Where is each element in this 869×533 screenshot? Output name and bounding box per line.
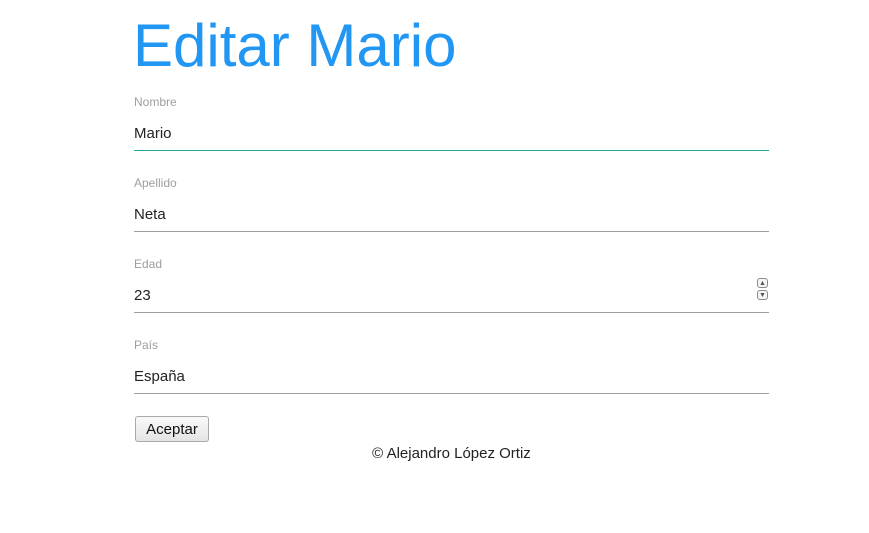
- page-title: Editar Mario: [133, 12, 457, 79]
- aceptar-button[interactable]: Aceptar: [135, 416, 209, 442]
- edad-label: Edad: [134, 257, 163, 271]
- pais-input[interactable]: [134, 359, 769, 394]
- nombre-field-group: Nombre: [134, 94, 769, 175]
- apellido-input[interactable]: [134, 197, 769, 232]
- edit-form: Nombre Apellido Edad País: [134, 94, 769, 418]
- footer-copyright: © Alejandro López Ortiz: [372, 445, 531, 462]
- apellido-field-group: Apellido: [134, 175, 769, 256]
- edad-spinner[interactable]: ▲ ▼: [756, 278, 768, 302]
- apellido-label: Apellido: [134, 176, 177, 190]
- chevron-down-icon[interactable]: ▼: [757, 290, 768, 300]
- chevron-up-icon[interactable]: ▲: [757, 278, 768, 288]
- nombre-input[interactable]: [134, 116, 769, 151]
- pais-label: País: [134, 338, 159, 352]
- page: Editar Mario Nombre Apellido Edad País ▲…: [0, 0, 869, 533]
- edad-field-group: Edad: [134, 256, 769, 337]
- nombre-label: Nombre: [134, 95, 177, 109]
- edad-input[interactable]: [134, 278, 769, 313]
- pais-field-group: País: [134, 337, 769, 418]
